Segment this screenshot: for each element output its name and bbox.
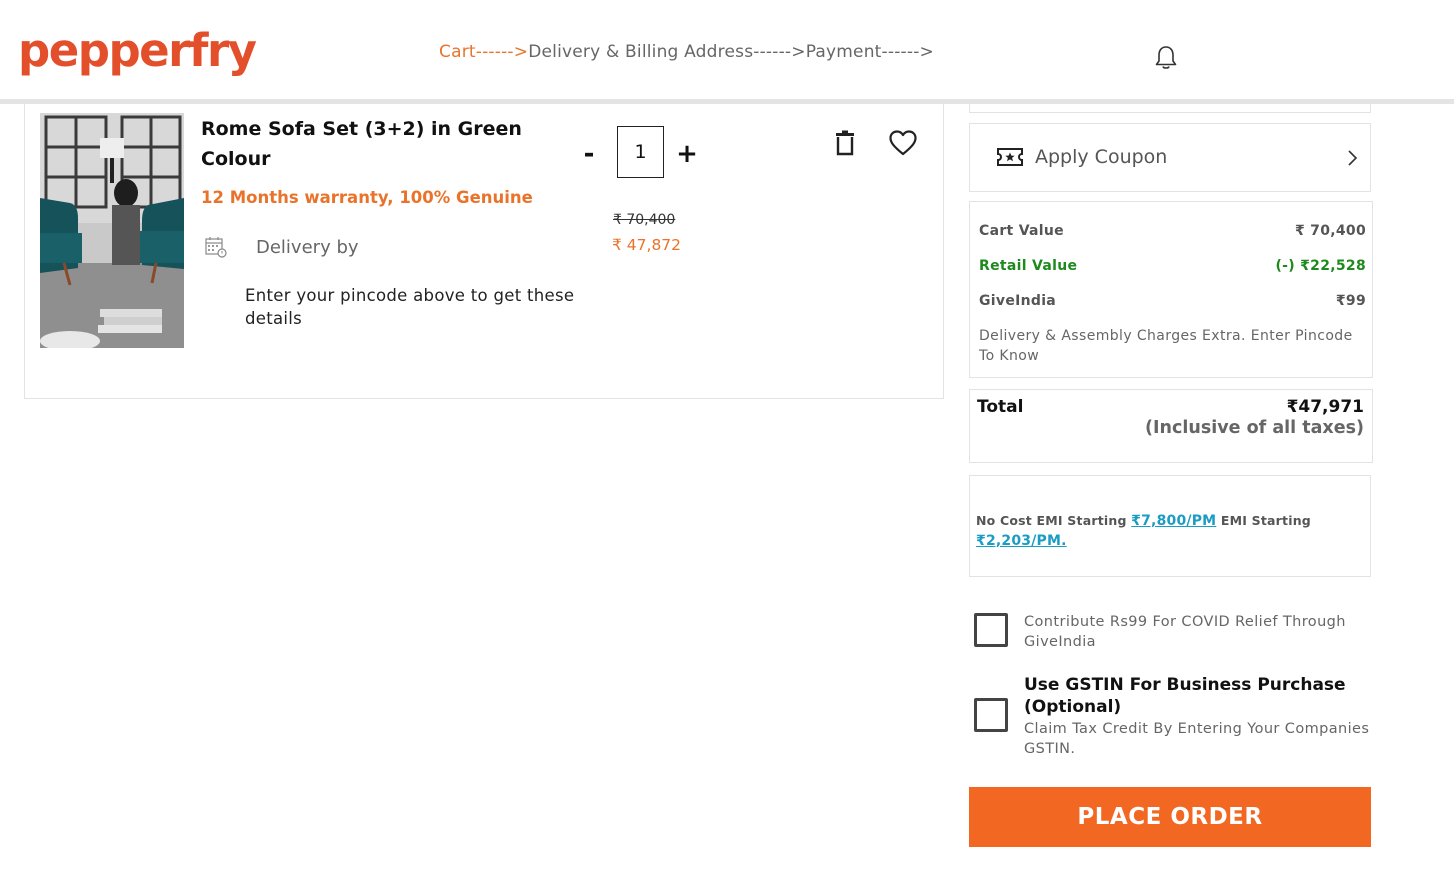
emi-prefix: No Cost EMI Starting [976,513,1127,528]
pincode-message: Enter your pincode above to get these de… [245,286,575,328]
total-amount: ₹47,971 [1286,397,1364,417]
quantity-increase-button[interactable]: + [676,136,698,172]
apply-coupon-button[interactable] [969,123,1371,192]
retail-value-amount: (-) ₹22,528 [1275,258,1366,274]
emi-link[interactable]: ₹2,203/PM. [976,533,1067,549]
cart-value-label: Cart Value [979,223,1064,239]
delivery-charges-note: Delivery & Assembly Charges Extra. Enter… [979,328,1353,364]
summary-top-panel [969,104,1371,113]
emi-middle: EMI Starting [1220,513,1311,528]
gstin-description: Claim Tax Credit By Entering Your Compan… [1024,721,1370,757]
gstin-checkbox[interactable] [974,698,1008,732]
quantity-input[interactable] [617,126,664,178]
heart-icon[interactable] [889,130,917,156]
emi-text: No Cost EMI Starting ₹7,800/PM EMI Start… [976,511,1356,551]
step-payment: Payment------> [805,42,934,62]
total-label: Total [977,397,1024,417]
apply-coupon-label[interactable]: Apply Coupon [1035,146,1167,168]
tax-note: (Inclusive of all taxes) [1145,418,1364,438]
coupon-ticket-icon [997,148,1023,166]
warranty-text: 12 Months warranty, 100% Genuine [201,188,533,207]
product-image[interactable] [40,113,184,348]
delivery-by-label: Delivery by [256,237,359,258]
covid-relief-text: Contribute Rs99 For COVID Relief Through… [1024,614,1346,650]
gstin-title: Use GSTIN For Business Purchase (Optiona… [1024,675,1346,717]
original-price: ₹ 70,400 [613,212,676,228]
trash-icon[interactable] [833,130,857,156]
bell-icon[interactable] [1154,45,1178,71]
calendar-icon [205,237,227,258]
quantity-decrease-button[interactable]: - [578,136,600,172]
giveindia-label: GiveIndia [979,293,1057,309]
step-address: Delivery & Billing Address------> [528,42,806,62]
covid-relief-checkbox[interactable] [974,613,1008,647]
place-order-button[interactable]: PLACE ORDER [969,787,1371,847]
cart-value-amount: ₹ 70,400 [1294,223,1366,239]
step-cart[interactable]: Cart------> [439,42,528,62]
header: pepperfry Cart------>Delivery & Billing … [0,0,1454,100]
no-cost-emi-link[interactable]: ₹7,800/PM [1131,513,1216,529]
offer-price: ₹ 47,872 [612,236,682,254]
chevron-right-icon[interactable] [1346,149,1358,167]
checkout-steps: Cart------>Delivery & Billing Address---… [439,42,934,62]
pepperfry-logo[interactable]: pepperfry [18,28,257,73]
product-title[interactable]: Rome Sofa Set (3+2) in Green Colour [201,114,561,174]
giveindia-amount: ₹99 [1335,293,1366,309]
retail-value-label: Retail Value [979,258,1078,274]
